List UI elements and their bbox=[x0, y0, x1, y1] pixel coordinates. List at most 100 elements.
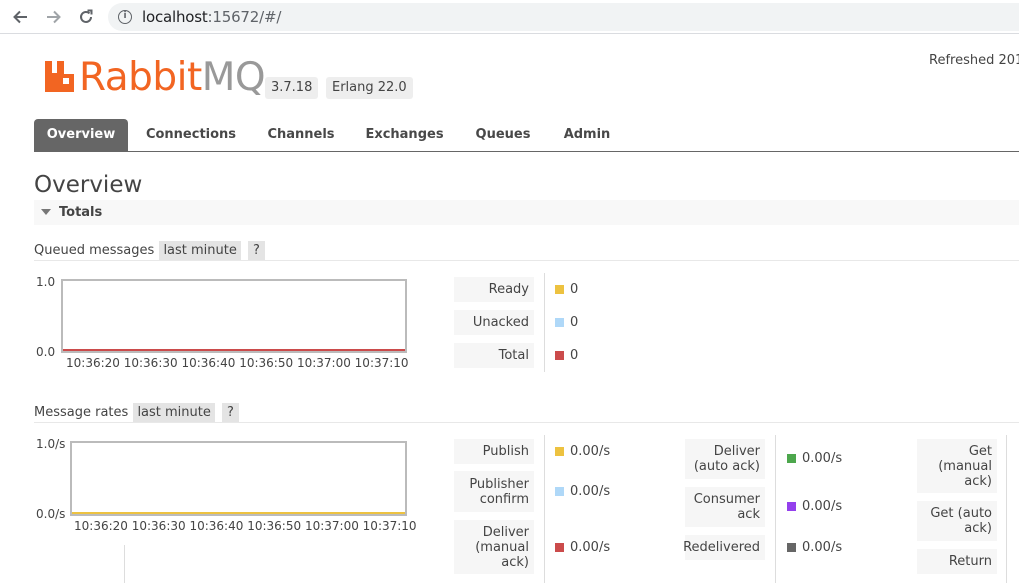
rate-deliver-manual-label: Deliver (manual ack) bbox=[454, 520, 534, 574]
rate-get-auto-label: Get (auto ack) bbox=[917, 501, 997, 541]
ready-swatch bbox=[555, 285, 564, 294]
total-value: 0 bbox=[570, 348, 579, 363]
back-icon[interactable] bbox=[9, 6, 31, 28]
totals-label: Totals bbox=[59, 205, 103, 220]
message-rates-header: Message rates last minute ? bbox=[34, 403, 239, 422]
tick-label: 10:37:10 bbox=[354, 356, 409, 370]
ready-value: 0 bbox=[570, 282, 579, 297]
stat-ready-value: 0 bbox=[555, 277, 578, 302]
deliver-manual-value: 0.00/s bbox=[570, 540, 611, 555]
rate-deliver-manual-value: 0.00/s bbox=[555, 535, 610, 560]
total-swatch bbox=[555, 351, 564, 360]
tab-exchanges[interactable]: Exchanges bbox=[360, 119, 449, 151]
tab-admin[interactable]: Admin bbox=[557, 119, 617, 151]
publish-value: 0.00/s bbox=[570, 444, 611, 459]
tab-channels[interactable]: Channels bbox=[260, 119, 342, 151]
message-rates-chart bbox=[70, 441, 407, 516]
stat-unacked-label: Unacked bbox=[454, 310, 534, 335]
unacked-swatch bbox=[555, 318, 564, 327]
rate-consumer-ack-label: Consumer ack bbox=[685, 487, 765, 527]
tick-label: 10:36:40 bbox=[181, 356, 236, 370]
info-icon[interactable]: i bbox=[118, 10, 132, 24]
tick-label: 10:36:50 bbox=[239, 356, 294, 370]
tick-label: 10:36:40 bbox=[189, 519, 244, 533]
consumer-ack-value: 0.00/s bbox=[802, 499, 843, 514]
divider bbox=[124, 545, 125, 583]
tick-label: 10:37:00 bbox=[296, 356, 351, 370]
rates-range-selector[interactable]: last minute bbox=[133, 403, 215, 422]
rabbitmq-logo[interactable]: RabbitMQ TM bbox=[44, 58, 273, 98]
totals-section-header[interactable]: Totals bbox=[34, 200, 1019, 225]
rate-publish-value: 0.00/s bbox=[555, 439, 610, 464]
queued-range-selector[interactable]: last minute bbox=[159, 241, 241, 260]
redelivered-value: 0.00/s bbox=[802, 540, 843, 555]
forward-icon[interactable] bbox=[43, 6, 65, 28]
tick-label: 10:36:50 bbox=[247, 519, 302, 533]
rates-x-ticks: 10:36:20 10:36:30 10:36:40 10:36:50 10:3… bbox=[74, 519, 417, 533]
main-tabs: Overview Connections Channels Exchanges … bbox=[34, 119, 1019, 152]
deliver-manual-swatch bbox=[555, 543, 564, 552]
logo-wordmark: RabbitMQ bbox=[79, 55, 266, 100]
tick-label: 10:37:10 bbox=[362, 519, 417, 533]
rate-publish-label: Publish bbox=[454, 439, 534, 464]
divider bbox=[1006, 435, 1007, 583]
rates-y-min: 0.0/s bbox=[36, 507, 66, 521]
queued-x-ticks: 10:36:20 10:36:30 10:36:40 10:36:50 10:3… bbox=[66, 356, 409, 370]
tick-label: 10:36:20 bbox=[74, 519, 128, 533]
queued-y-max: 1.0 bbox=[36, 275, 56, 289]
message-rates-title: Message rates bbox=[34, 405, 129, 420]
refreshed-text: Refreshed 2019 bbox=[929, 53, 1019, 68]
rate-deliver-auto-label: Deliver (auto ack) bbox=[685, 439, 765, 479]
tab-queues[interactable]: Queues bbox=[470, 119, 536, 151]
publish-swatch bbox=[555, 447, 564, 456]
divider bbox=[544, 273, 545, 372]
tab-connections[interactable]: Connections bbox=[138, 119, 244, 151]
queued-messages-header: Queued messages last minute ? bbox=[34, 241, 265, 260]
rate-consumer-ack-value: 0.00/s bbox=[787, 494, 842, 519]
rabbit-logo-icon bbox=[44, 59, 76, 93]
stat-total-label: Total bbox=[454, 343, 534, 368]
publisher-confirm-value: 0.00/s bbox=[570, 484, 611, 499]
reload-icon[interactable] bbox=[75, 6, 97, 28]
divider bbox=[34, 260, 1019, 261]
erlang-badge: Erlang 22.0 bbox=[326, 77, 413, 99]
stat-total-value: 0 bbox=[555, 343, 578, 368]
collapse-triangle-icon bbox=[41, 209, 51, 215]
tick-label: 10:37:00 bbox=[304, 519, 359, 533]
consumer-ack-swatch bbox=[787, 502, 796, 511]
queued-messages-title: Queued messages bbox=[34, 243, 155, 258]
address-bar[interactable]: i localhost:15672/#/ bbox=[108, 3, 1019, 31]
tick-label: 10:36:20 bbox=[66, 356, 120, 370]
version-badge: 3.7.18 bbox=[265, 77, 319, 99]
queued-total-line bbox=[63, 349, 405, 351]
publisher-confirm-swatch bbox=[555, 487, 564, 496]
url-text: localhost:15672/#/ bbox=[142, 8, 282, 26]
rates-y-max: 1.0/s bbox=[36, 437, 66, 451]
tick-label: 10:36:30 bbox=[131, 519, 186, 533]
stat-unacked-value: 0 bbox=[555, 310, 578, 335]
rate-redelivered-value: 0.00/s bbox=[787, 535, 842, 560]
tick-label: 10:36:30 bbox=[123, 356, 178, 370]
queued-messages-chart bbox=[61, 279, 407, 353]
rate-return-label: Return bbox=[917, 549, 997, 574]
rate-publisher-confirm-value: 0.00/s bbox=[555, 479, 610, 504]
tab-overview[interactable]: Overview bbox=[34, 119, 128, 151]
redelivered-swatch bbox=[787, 543, 796, 552]
rates-help-button[interactable]: ? bbox=[222, 403, 239, 422]
unacked-value: 0 bbox=[570, 315, 579, 330]
queued-y-min: 0.0 bbox=[36, 345, 56, 359]
deliver-auto-value: 0.00/s bbox=[802, 451, 843, 466]
divider bbox=[544, 435, 545, 583]
deliver-auto-swatch bbox=[787, 454, 796, 463]
divider bbox=[775, 435, 776, 583]
queued-help-button[interactable]: ? bbox=[248, 241, 265, 260]
rate-deliver-auto-value: 0.00/s bbox=[787, 446, 842, 471]
page-title: Overview bbox=[34, 172, 143, 198]
rate-redelivered-label: Redelivered bbox=[683, 535, 765, 560]
browser-toolbar: i localhost:15672/#/ bbox=[0, 0, 1019, 34]
rates-publish-line bbox=[72, 512, 405, 514]
divider bbox=[34, 422, 1019, 423]
rate-get-manual-label: Get (manual ack) bbox=[917, 439, 997, 493]
stat-ready-label: Ready bbox=[454, 277, 534, 302]
rate-publisher-confirm-label: Publisher confirm bbox=[454, 471, 534, 512]
